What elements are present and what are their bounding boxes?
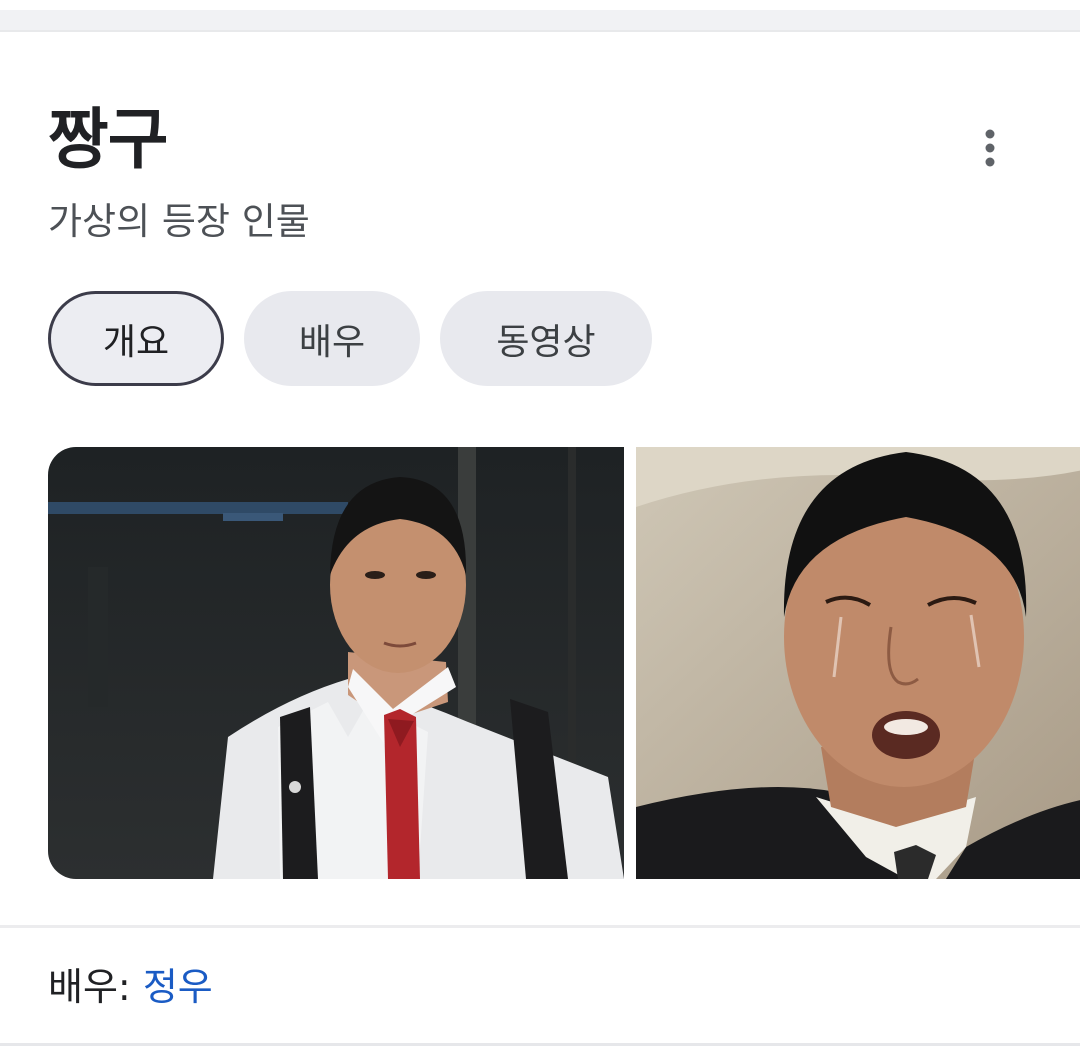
image-gallery [48, 447, 1080, 879]
actor-fact: 배우: 정우 [48, 962, 213, 1012]
actor-photo-school-uniform[interactable] [48, 447, 624, 879]
more-vertical-icon [985, 129, 995, 167]
actor-fact-label: 배우: [48, 965, 131, 1009]
top-separator [0, 0, 1080, 32]
bottom-divider [0, 1043, 1080, 1046]
tab-bar: 개요 배우 동영상 [48, 291, 652, 386]
more-options-button[interactable] [960, 118, 1020, 178]
knowledge-panel: 짱구 가상의 등장 인물 개요 배우 동영상 배우: 정우 [0, 0, 1080, 1063]
actor-photo-crying[interactable] [636, 447, 1080, 879]
tab-actor[interactable]: 배우 [244, 291, 420, 386]
tab-videos[interactable]: 동영상 [440, 291, 652, 386]
entity-title: 짱구 [48, 101, 168, 178]
section-divider [0, 925, 1080, 928]
actor-name-link[interactable]: 정우 [143, 965, 213, 1009]
tab-overview[interactable]: 개요 [48, 291, 224, 386]
entity-subtitle: 가상의 등장 인물 [48, 200, 310, 243]
